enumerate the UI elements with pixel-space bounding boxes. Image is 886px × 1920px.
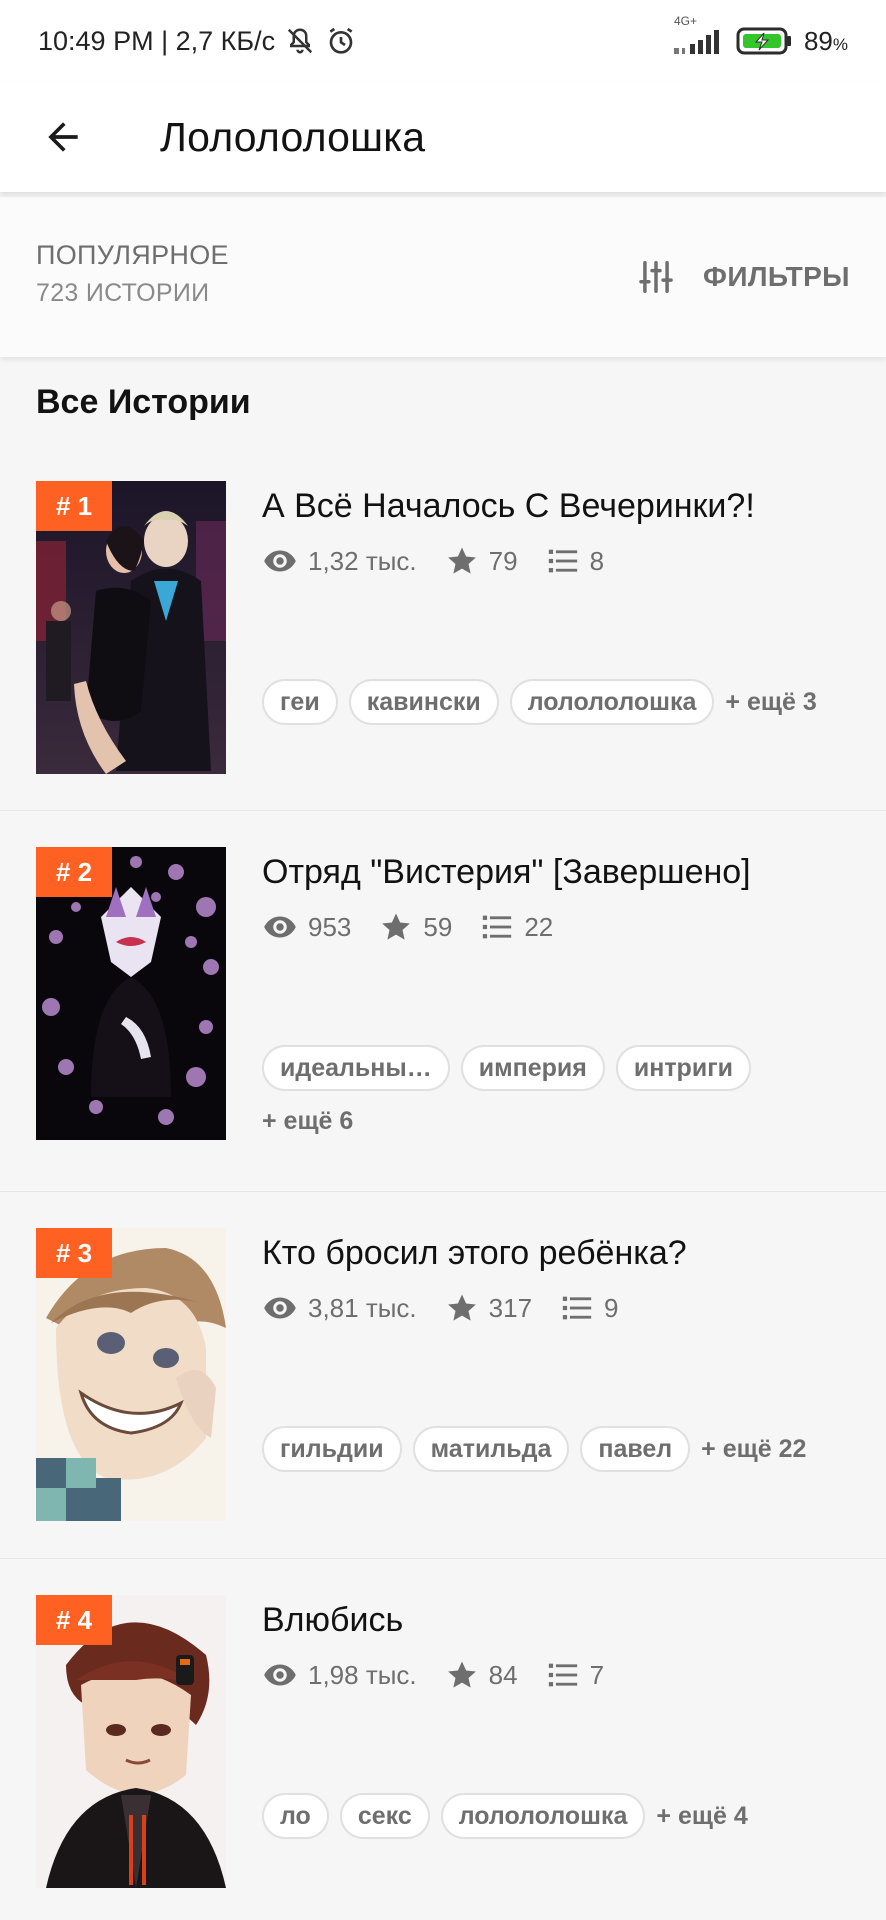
parts-count: 22	[524, 911, 554, 942]
rank-badge: # 1	[36, 481, 113, 531]
rank-badge: # 3	[36, 1228, 113, 1278]
eye-icon	[264, 550, 296, 572]
tag-chip[interactable]: кавински	[348, 679, 499, 725]
filters-button[interactable]: ФИЛЬТРЫ	[637, 249, 850, 305]
story-title[interactable]: А Всё Началось С Вечеринки?!	[262, 487, 755, 526]
arrow-back-icon	[48, 122, 78, 152]
tag-chip[interactable]: ло	[262, 1793, 329, 1839]
story-cover[interactable]: # 4	[36, 1595, 226, 1888]
tag-chip[interactable]: империя	[460, 1045, 605, 1091]
section-title: Все Истории	[36, 383, 251, 421]
votes-count: 59	[423, 911, 453, 942]
story-title[interactable]: Отряд "Вистерия" [Завершено]	[262, 853, 751, 892]
reads-count: 3,81 тыс.	[308, 1292, 417, 1323]
reads-count: 1,32 тыс.	[308, 545, 417, 576]
list-icon	[548, 1663, 577, 1687]
more-tags-link[interactable]: + ещё 6	[262, 1107, 842, 1136]
divider	[0, 1558, 886, 1559]
tag-list: гильдии матильда павел + ещё 22	[262, 1426, 842, 1472]
votes-count: 84	[488, 1659, 518, 1690]
alarm-icon	[325, 25, 357, 57]
list-icon	[548, 549, 577, 573]
star-icon	[447, 1661, 476, 1688]
story-item[interactable]: # 1 А Всё Началось С Вечеринки?! 1,32 ты…	[0, 481, 886, 811]
parts-count: 8	[589, 545, 605, 576]
filters-label: ФИЛЬТРЫ	[703, 261, 850, 292]
story-cover[interactable]: # 3	[36, 1228, 226, 1521]
divider	[0, 1191, 886, 1192]
story-title[interactable]: Влюбись	[262, 1601, 403, 1640]
app-bar: Лолололошка	[0, 82, 886, 192]
more-tags-link[interactable]: + ещё 4	[656, 1802, 747, 1831]
story-stats: 953 59 22	[262, 909, 581, 945]
votes-count: 79	[488, 545, 518, 576]
parts-count: 7	[589, 1659, 605, 1690]
story-cover[interactable]: # 1	[36, 481, 226, 774]
tag-chip[interactable]: идеальны…	[262, 1045, 450, 1091]
tag-chip[interactable]: гильдии	[262, 1426, 402, 1472]
story-stats: 1,98 тыс. 84 7	[262, 1657, 632, 1693]
signal-icon: 4G+	[672, 14, 726, 56]
tag-chip[interactable]: секс	[339, 1793, 430, 1839]
list-icon	[562, 1296, 592, 1320]
status-bar: 10:49 PM | 2,7 КБ/с 4G+ 89%	[0, 0, 886, 82]
star-icon	[447, 547, 476, 574]
sort-filter-bar: ПОПУЛЯРНОЕ 723 ИСТОРИИ ФИЛЬТРЫ	[0, 197, 886, 357]
more-tags-link[interactable]: + ещё 22	[701, 1435, 806, 1464]
eye-icon	[264, 1664, 296, 1686]
story-item[interactable]: # 2 Отряд "Вистерия" [Завершено] 953 59 …	[0, 847, 886, 1192]
page-title: Лолололошка	[160, 113, 426, 160]
reads-count: 953	[308, 911, 352, 942]
eye-icon	[264, 1297, 296, 1319]
divider	[0, 810, 886, 811]
votes-count: 317	[488, 1292, 533, 1323]
tag-list: ло секс лолололошка + ещё 4	[262, 1793, 842, 1839]
reads-count: 1,98 тыс.	[308, 1659, 417, 1690]
battery-charging-icon	[736, 26, 794, 56]
battery-percent: 89%	[803, 25, 848, 56]
story-item[interactable]: # 4 Влюбись 1,98 тыс. 84 7 ло секс лолол…	[0, 1595, 886, 1920]
sliders-icon	[639, 261, 673, 293]
story-title[interactable]: Кто бросил этого ребёнка?	[262, 1234, 687, 1273]
tag-list: идеальны… империя интриги + ещё 6	[262, 1045, 842, 1136]
story-stats: 3,81 тыс. 317 9	[262, 1290, 647, 1326]
status-time: 10:49 PM | 2,7 КБ/с	[38, 25, 276, 56]
tag-chip[interactable]: павел	[580, 1426, 691, 1472]
rank-badge: # 4	[36, 1595, 113, 1645]
list-icon	[483, 915, 512, 939]
back-button[interactable]	[28, 102, 98, 172]
story-item[interactable]: # 3 Кто бросил этого ребёнка? 3,81 тыс. …	[0, 1228, 886, 1558]
tag-chip[interactable]: матильда	[412, 1426, 570, 1472]
tag-chip[interactable]: интриги	[615, 1045, 751, 1091]
star-icon	[447, 1294, 476, 1321]
muted-bell-icon	[285, 26, 315, 56]
story-stats: 1,32 тыс. 79 8	[262, 543, 632, 579]
tag-chip[interactable]: лолололошка	[509, 679, 715, 725]
rank-badge: # 2	[36, 847, 113, 897]
eye-icon	[264, 916, 296, 938]
tag-chip[interactable]: геи	[262, 679, 338, 725]
parts-count: 9	[604, 1292, 619, 1323]
story-count: 723 ИСТОРИИ	[36, 279, 210, 307]
sort-selector[interactable]: ПОПУЛЯРНОЕ	[36, 240, 229, 271]
network-type-label: 4G+	[673, 14, 697, 28]
star-icon	[382, 913, 411, 940]
tag-chip[interactable]: лолололошка	[440, 1793, 646, 1839]
story-cover[interactable]: # 2	[36, 847, 226, 1140]
tag-list: геи кавински лолололошка + ещё 3	[262, 679, 842, 725]
more-tags-link[interactable]: + ещё 3	[725, 688, 816, 717]
